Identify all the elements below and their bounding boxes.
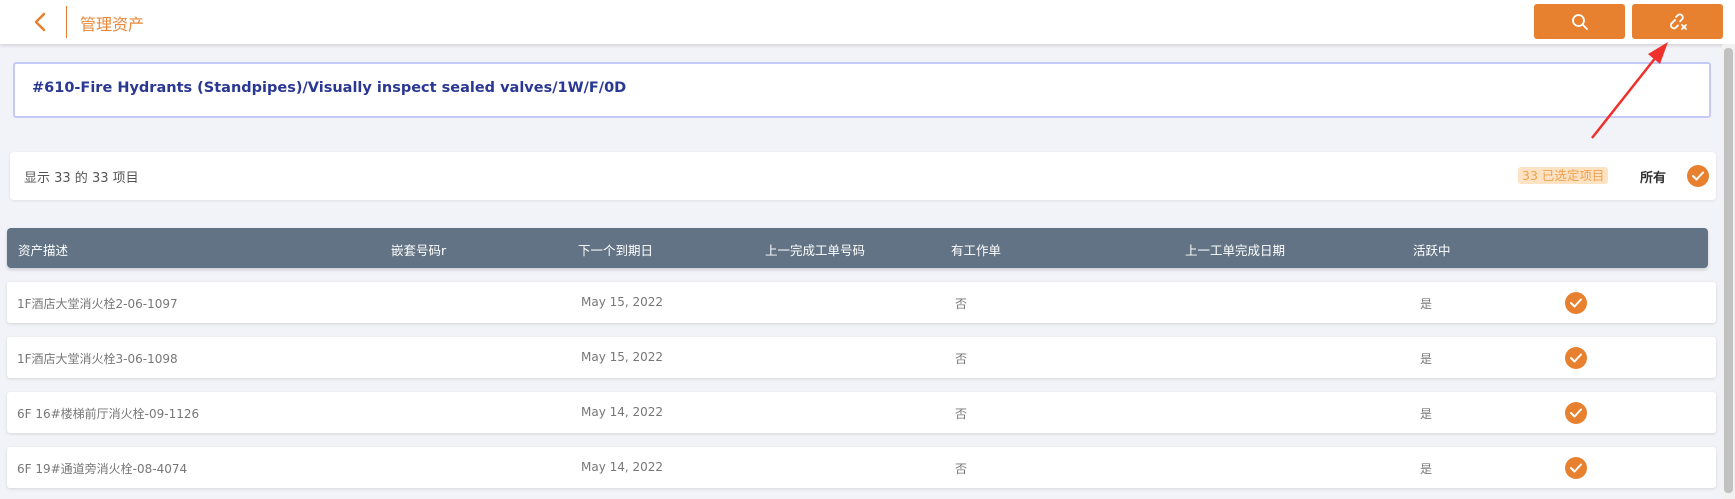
item-count-text: 显示 33 的 33 项目 <box>24 171 139 186</box>
work-order-card: #610-Fire Hydrants (Standpipes)/Visually… <box>13 62 1711 118</box>
check-icon <box>1692 171 1704 181</box>
vertical-scrollbar[interactable] <box>1722 44 1735 499</box>
active-status: 是 <box>1420 407 1433 421</box>
asset-description: 1F酒店大堂消火栓3-06-1098 <box>17 352 178 366</box>
search-button[interactable] <box>1534 4 1625 39</box>
column-header-last-wo[interactable]: 上一完成工单号码 <box>765 240 865 259</box>
has-work-order: 否 <box>955 407 968 421</box>
check-icon <box>1570 353 1582 363</box>
chevron-left-icon <box>34 12 46 32</box>
row-select-checkbox[interactable] <box>1565 402 1587 424</box>
select-all-checkbox[interactable] <box>1687 165 1709 187</box>
next-due-date: May 15, 2022 <box>581 350 664 364</box>
header-divider <box>66 6 67 38</box>
scrollbar-thumb[interactable] <box>1724 48 1733 493</box>
active-status: 是 <box>1420 462 1433 476</box>
column-header-next-due[interactable]: 下一个到期日 <box>578 240 653 259</box>
active-status: 是 <box>1420 352 1433 366</box>
back-button[interactable] <box>26 8 54 36</box>
row-select-checkbox[interactable] <box>1565 292 1587 314</box>
column-header-active[interactable]: 活跃中 <box>1413 240 1451 259</box>
top-bar: 管理资产 <box>0 0 1735 44</box>
asset-description: 6F 16#楼梯前厅消火栓-09-1126 <box>17 407 200 421</box>
page-title: 管理资产 <box>80 15 145 34</box>
check-icon <box>1570 408 1582 418</box>
table-row[interactable]: 6F 19#通道旁消火栓-08-4074 May 14, 2022 否 是 <box>7 447 1716 488</box>
table-header: 资产描述 嵌套号码r 下一个到期日 上一完成工单号码 有工作单 上一工单完成日期… <box>7 228 1708 268</box>
active-status: 是 <box>1420 297 1433 311</box>
asset-description: 6F 19#通道旁消火栓-08-4074 <box>17 462 188 476</box>
row-select-checkbox[interactable] <box>1565 457 1587 479</box>
column-header-has-wo[interactable]: 有工作单 <box>951 240 1001 259</box>
summary-bar: 显示 33 的 33 项目 33 已选定项目 所有 <box>10 152 1716 200</box>
table-row[interactable]: 1F酒店大堂消火栓2-06-1097 May 15, 2022 否 是 <box>7 282 1716 323</box>
column-header-last-completed[interactable]: 上一工单完成日期 <box>1185 240 1285 259</box>
check-icon <box>1570 463 1582 473</box>
select-all-label: 所有 <box>1640 171 1667 186</box>
check-icon <box>1570 298 1582 308</box>
column-header-description[interactable]: 资产描述 <box>18 240 68 259</box>
next-due-date: May 14, 2022 <box>581 460 664 474</box>
unlink-icon <box>1669 13 1687 30</box>
next-due-date: May 15, 2022 <box>581 295 664 309</box>
table-row[interactable]: 1F酒店大堂消火栓3-06-1098 May 15, 2022 否 是 <box>7 337 1716 378</box>
unlink-button[interactable] <box>1632 4 1723 39</box>
selected-count-badge: 33 已选定项目 <box>1518 167 1609 184</box>
has-work-order: 否 <box>955 462 968 476</box>
search-icon <box>1571 13 1588 30</box>
column-header-nested-number[interactable]: 嵌套号码r <box>391 240 446 259</box>
next-due-date: May 14, 2022 <box>581 405 664 419</box>
work-order-title: #610-Fire Hydrants (Standpipes)/Visually… <box>32 80 627 96</box>
table-row[interactable]: 6F 16#楼梯前厅消火栓-09-1126 May 14, 2022 否 是 <box>7 392 1716 433</box>
asset-description: 1F酒店大堂消火栓2-06-1097 <box>17 297 178 311</box>
has-work-order: 否 <box>955 352 968 366</box>
row-select-checkbox[interactable] <box>1565 347 1587 369</box>
has-work-order: 否 <box>955 297 968 311</box>
